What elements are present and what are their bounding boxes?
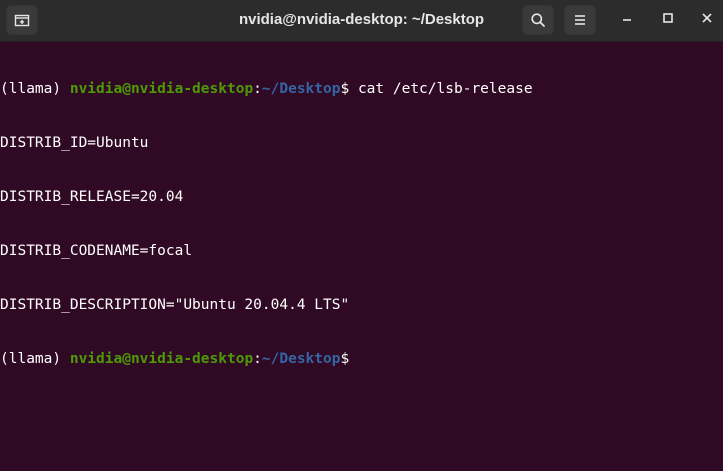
prompt-symbol: $	[340, 81, 358, 97]
minimize-button[interactable]	[615, 9, 639, 31]
user-host: nvidia@nvidia-desktop	[69, 351, 254, 367]
terminal-cursor	[349, 350, 357, 365]
new-tab-icon	[14, 12, 30, 28]
title-bar: nvidia@nvidia-desktop: ~/Desktop	[0, 0, 723, 42]
output-line: DISTRIB_ID=Ubuntu	[0, 135, 149, 151]
current-path: ~/Desktop	[261, 351, 341, 367]
hamburger-menu-icon	[572, 12, 588, 28]
prompt-symbol: $	[340, 351, 350, 367]
new-tab-button[interactable]	[6, 5, 38, 35]
maximize-button[interactable]	[656, 9, 680, 31]
maximize-icon	[662, 11, 674, 29]
close-button[interactable]	[695, 9, 719, 31]
search-button[interactable]	[522, 5, 554, 35]
output-line: DISTRIB_DESCRIPTION="Ubuntu 20.04.4 LTS"	[0, 297, 350, 313]
conda-env: (llama)	[0, 351, 70, 367]
conda-env: (llama)	[0, 81, 70, 97]
prompt-line: (llama) nvidia@nvidia-desktop:~/Desktop$	[0, 350, 723, 368]
prompt-line: (llama) nvidia@nvidia-desktop:~/Desktop$…	[0, 80, 723, 98]
user-host: nvidia@nvidia-desktop	[69, 81, 254, 97]
minimize-icon	[621, 11, 633, 29]
close-icon	[701, 11, 713, 29]
terminal-window: nvidia@nvidia-desktop: ~/Desktop (llama)…	[0, 0, 723, 471]
terminal-content[interactable]: (llama) nvidia@nvidia-desktop:~/Desktop$…	[0, 44, 723, 471]
prompt-colon: :	[253, 81, 262, 97]
current-path: ~/Desktop	[261, 81, 341, 97]
output-line: DISTRIB_RELEASE=20.04	[0, 189, 184, 205]
output-line: DISTRIB_CODENAME=focal	[0, 243, 193, 259]
search-icon	[530, 12, 546, 28]
command-text: cat /etc/lsb-release	[357, 81, 533, 97]
prompt-colon: :	[253, 351, 262, 367]
menu-button[interactable]	[564, 5, 596, 35]
